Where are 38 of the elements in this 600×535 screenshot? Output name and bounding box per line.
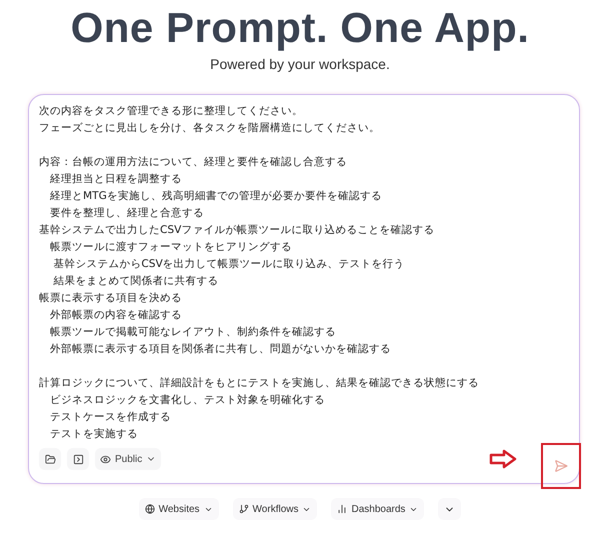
prompt-text-line: 外部帳票に表示する項目を関係者に共有し、問題がないかを確認する xyxy=(49,342,392,357)
page-title: One Prompt. One App. xyxy=(70,4,530,52)
prompt-text-line: 帳票ツールに渡すフォーマットをヒアリングする xyxy=(49,240,293,255)
bar-chart-icon xyxy=(337,504,348,514)
prompt-text-line: 帳票に表示する項目を決める xyxy=(39,291,183,306)
visibility-dropdown[interactable]: Public xyxy=(95,448,162,470)
category-label: Workflows xyxy=(252,504,298,514)
folder-icon xyxy=(44,454,56,464)
prompt-text-line: 結果をまとめて関係者に共有する xyxy=(52,274,220,289)
prompt-text-line: 外部帳票の内容を確認する xyxy=(49,308,183,323)
prompt-text-line: 基幹システムからCSVを出力して帳票ツールに取り込み、テストを行う xyxy=(52,257,406,272)
prompt-text-line: 内容：台帳の運用方法について、経理と要件を確認し合意する xyxy=(39,155,348,170)
category-dropdown[interactable]: Workflows xyxy=(232,498,318,520)
branch-icon xyxy=(238,504,249,514)
prompt-text-line: 基幹システムで出力したCSVファイルが帳票ツールに取り込めることを確認する xyxy=(39,223,436,238)
prompt-text-line: 次の内容をタスク管理できる形に整理してください。 xyxy=(39,104,304,119)
prompt-text-line: 帳票ツールで掲載可能なレイアウト、制約条件を確認する xyxy=(49,325,337,340)
category-dropdown[interactable]: Dashboards xyxy=(331,498,424,520)
visibility-label: Public xyxy=(115,454,142,464)
prompt-text-line: 計算ロジックについて、詳細設計をもとにテストを実施し、結果を確認できる状態にする xyxy=(39,376,480,391)
eye-icon xyxy=(100,454,111,464)
prompt-text-line: テストを実施する xyxy=(49,427,139,442)
category-label: Dashboards xyxy=(351,504,406,514)
folder-button[interactable] xyxy=(39,448,61,470)
page-subtitle: Powered by your workspace. xyxy=(210,56,390,72)
arrow-annotation-icon xyxy=(489,449,517,469)
prompt-text-line: フェーズごとに見出しを分け、各タスクを階層構造にしてください。 xyxy=(39,121,381,136)
prompt-text-line: 要件を整理し、経理と合意する xyxy=(49,206,205,221)
prompt-text-line: 経理とMTGを実施し、残高明細書での管理が必要か要件を確認する xyxy=(49,189,383,204)
terminal-icon xyxy=(72,454,84,464)
category-label: Websites xyxy=(158,504,200,514)
prompt-text-line: 経理担当と日程を調整する xyxy=(49,172,183,187)
prompt-text-line: ビジネスロジックを文書化し、テスト対象を明確化する xyxy=(49,393,326,408)
terminal-button[interactable] xyxy=(67,448,89,470)
category-dropdown[interactable]: Websites xyxy=(138,498,219,520)
send-icon xyxy=(554,459,568,473)
globe-icon xyxy=(144,504,155,514)
prompt-text-line: テストケースを作成する xyxy=(49,410,172,425)
